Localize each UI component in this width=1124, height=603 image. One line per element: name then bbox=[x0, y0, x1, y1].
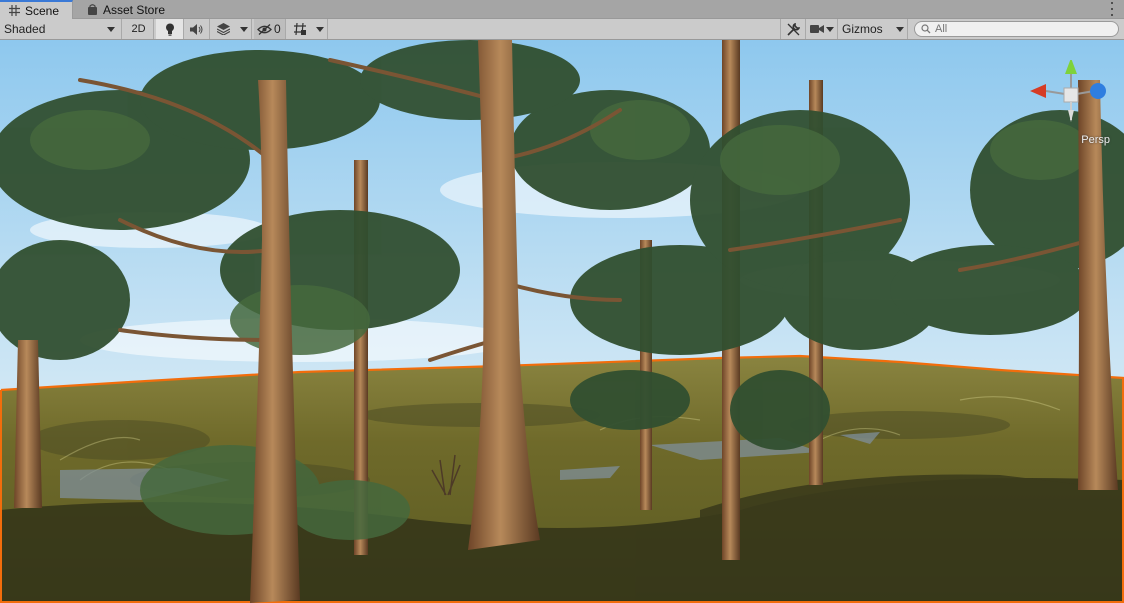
more-options-icon[interactable] bbox=[1108, 2, 1116, 16]
x-axis-handle[interactable] bbox=[1030, 84, 1046, 98]
z-axis-handle[interactable] bbox=[1090, 83, 1106, 99]
tab-asset-store-label: Asset Store bbox=[103, 2, 166, 17]
chevron-down-icon bbox=[315, 26, 324, 32]
hash-icon bbox=[8, 5, 20, 17]
hidden-objects-count: 0 bbox=[274, 22, 281, 36]
grid-toggle-button[interactable] bbox=[288, 19, 312, 39]
tab-scene-label: Scene bbox=[25, 3, 60, 18]
tab-asset-store[interactable]: Asset Store bbox=[78, 0, 174, 19]
effects-dropdown-button[interactable] bbox=[236, 19, 252, 39]
chevron-down-icon bbox=[239, 26, 248, 32]
scene-viewport[interactable]: Persp bbox=[0, 40, 1124, 603]
speaker-icon bbox=[190, 23, 203, 35]
lighting-toggle-button[interactable] bbox=[156, 19, 184, 39]
shopping-bag-icon bbox=[86, 4, 98, 16]
chevron-down-icon bbox=[825, 26, 834, 32]
draw-mode-label: Shaded bbox=[4, 22, 46, 36]
effects-toggle-button[interactable] bbox=[210, 19, 236, 39]
gizmos-dropdown-button[interactable] bbox=[892, 19, 908, 39]
lightbulb-icon bbox=[165, 23, 174, 36]
search-input[interactable] bbox=[935, 23, 1105, 35]
camera-settings-button[interactable] bbox=[806, 19, 838, 39]
scene-search-field[interactable] bbox=[914, 21, 1119, 37]
gizmo-center-cube[interactable] bbox=[1063, 87, 1079, 103]
toggle-2d-button[interactable]: 2D bbox=[124, 19, 154, 39]
y-axis-handle[interactable] bbox=[1065, 60, 1077, 74]
search-icon bbox=[921, 24, 931, 34]
eye-slash-icon bbox=[257, 23, 272, 35]
projection-label[interactable]: Persp bbox=[1081, 134, 1110, 146]
chevron-down-icon bbox=[895, 26, 904, 32]
gizmos-button[interactable]: Gizmos bbox=[838, 19, 892, 39]
layers-icon bbox=[216, 23, 230, 35]
audio-toggle-button[interactable] bbox=[184, 19, 210, 39]
chevron-down-icon bbox=[107, 26, 115, 32]
scene-tools-button[interactable] bbox=[780, 19, 806, 39]
camera-icon bbox=[809, 25, 824, 33]
scene-toolbar: Shaded 2D 0 Gizmos bbox=[0, 19, 1124, 40]
scene-render bbox=[0, 40, 1124, 603]
grid-dropdown-button[interactable] bbox=[312, 19, 328, 39]
draw-mode-dropdown[interactable]: Shaded bbox=[0, 19, 122, 39]
grid-icon bbox=[294, 22, 306, 36]
tab-bar: Scene Asset Store bbox=[0, 0, 1124, 19]
wrench-icon bbox=[786, 22, 800, 36]
tab-scene[interactable]: Scene bbox=[0, 0, 73, 19]
hidden-objects-toggle-button[interactable]: 0 bbox=[254, 19, 286, 39]
